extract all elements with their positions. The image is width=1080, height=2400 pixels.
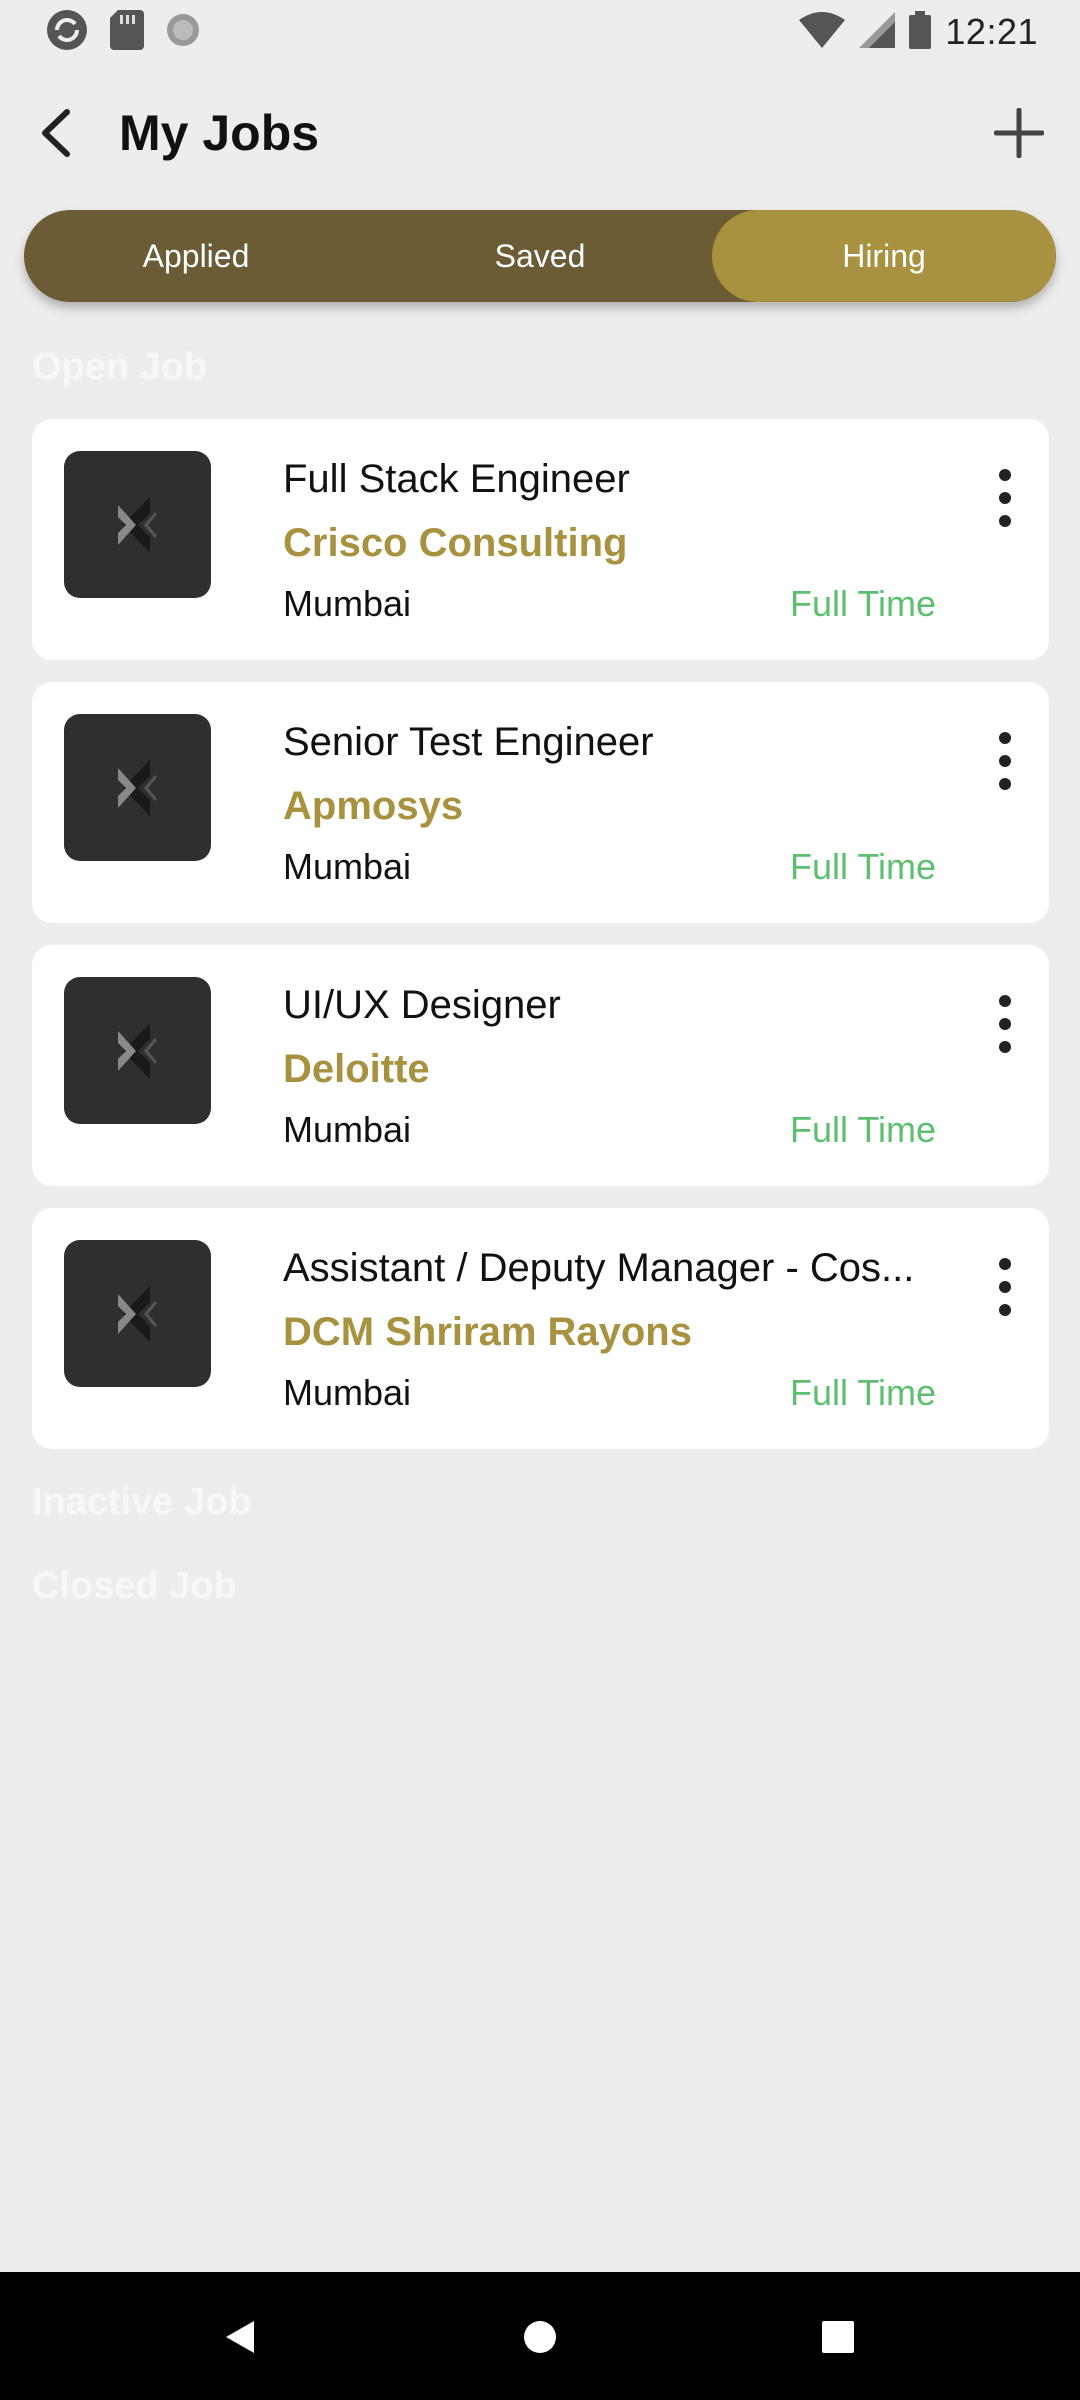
job-title: UI/UX Designer (283, 983, 561, 1027)
status-left-icons (44, 7, 202, 58)
job-type: Full Time (790, 1372, 937, 1413)
more-options-button[interactable] (985, 463, 1025, 533)
company-logo (64, 451, 211, 598)
nav-recents-button[interactable] (813, 2312, 863, 2362)
battery-icon (909, 10, 932, 54)
company-logo (64, 1240, 211, 1387)
status-bar: 12:21 (0, 0, 1080, 64)
sd-card-icon (110, 9, 144, 55)
section-open-job[interactable]: Open Job (32, 346, 207, 389)
system-nav-bar (0, 2272, 1080, 2400)
job-location: Mumbai (283, 1109, 412, 1150)
add-job-button[interactable] (984, 98, 1054, 168)
nav-back-icon (226, 2321, 254, 2353)
tab-hiring[interactable]: Hiring (712, 210, 1056, 302)
company-name: Apmosys (283, 784, 464, 828)
company-logo-icon (117, 1285, 157, 1342)
job-card[interactable]: Senior Test Engineer Apmosys Mumbai Full… (32, 682, 1049, 923)
status-time: 12:21 (945, 11, 1038, 52)
more-options-button[interactable] (985, 1252, 1025, 1322)
tab-saved[interactable]: Saved (368, 210, 712, 302)
company-logo-icon (117, 496, 157, 553)
company-logo-icon (117, 759, 157, 816)
nav-home-button[interactable] (515, 2312, 565, 2362)
more-options-button[interactable] (985, 989, 1025, 1059)
kebab-menu-icon (999, 469, 1011, 481)
nav-back-button[interactable] (215, 2312, 265, 2362)
job-title: Assistant / Deputy Manager - Cos... (283, 1246, 915, 1290)
company-logo (64, 714, 211, 861)
wifi-icon (799, 11, 846, 53)
job-location: Mumbai (283, 846, 412, 887)
job-card[interactable]: Full Stack Engineer Crisco Consulting Mu… (32, 419, 1049, 660)
job-type: Full Time (790, 583, 937, 624)
job-title: Full Stack Engineer (283, 457, 630, 501)
job-type: Full Time (790, 846, 937, 887)
kebab-menu-icon (999, 1258, 1011, 1270)
company-name: DCM Shriram Rayons (283, 1310, 692, 1354)
cell-signal-icon (859, 11, 896, 53)
sync-app-icon (44, 7, 90, 58)
kebab-menu-icon (999, 732, 1011, 744)
plus-icon (994, 108, 1044, 158)
nav-recents-icon (822, 2321, 854, 2353)
back-button[interactable] (22, 98, 92, 168)
company-name: Deloitte (283, 1047, 430, 1091)
app-bar: My Jobs (0, 84, 1080, 180)
status-right-icons: 12:21 (799, 10, 1038, 54)
job-type: Full Time (790, 1109, 937, 1150)
company-logo-icon (117, 1022, 157, 1079)
nav-home-icon (524, 2321, 556, 2353)
loading-circle-icon (164, 11, 202, 54)
job-card[interactable]: UI/UX Designer Deloitte Mumbai Full Time (32, 945, 1049, 1186)
company-logo (64, 977, 211, 1124)
company-name: Crisco Consulting (283, 521, 628, 565)
job-title: Senior Test Engineer (283, 720, 654, 764)
job-location: Mumbai (283, 1372, 412, 1413)
section-inactive-job[interactable]: Inactive Job (32, 1481, 252, 1524)
more-options-button[interactable] (985, 726, 1025, 796)
kebab-menu-icon (999, 995, 1011, 1007)
page-title: My Jobs (119, 105, 320, 161)
job-location: Mumbai (283, 583, 412, 624)
section-closed-job[interactable]: Closed Job (32, 1565, 237, 1608)
back-arrow-icon (42, 109, 70, 157)
job-tabs: Applied Saved Hiring (24, 210, 1056, 302)
job-card[interactable]: Assistant / Deputy Manager - Cos... DCM … (32, 1208, 1049, 1449)
tab-applied[interactable]: Applied (24, 210, 368, 302)
